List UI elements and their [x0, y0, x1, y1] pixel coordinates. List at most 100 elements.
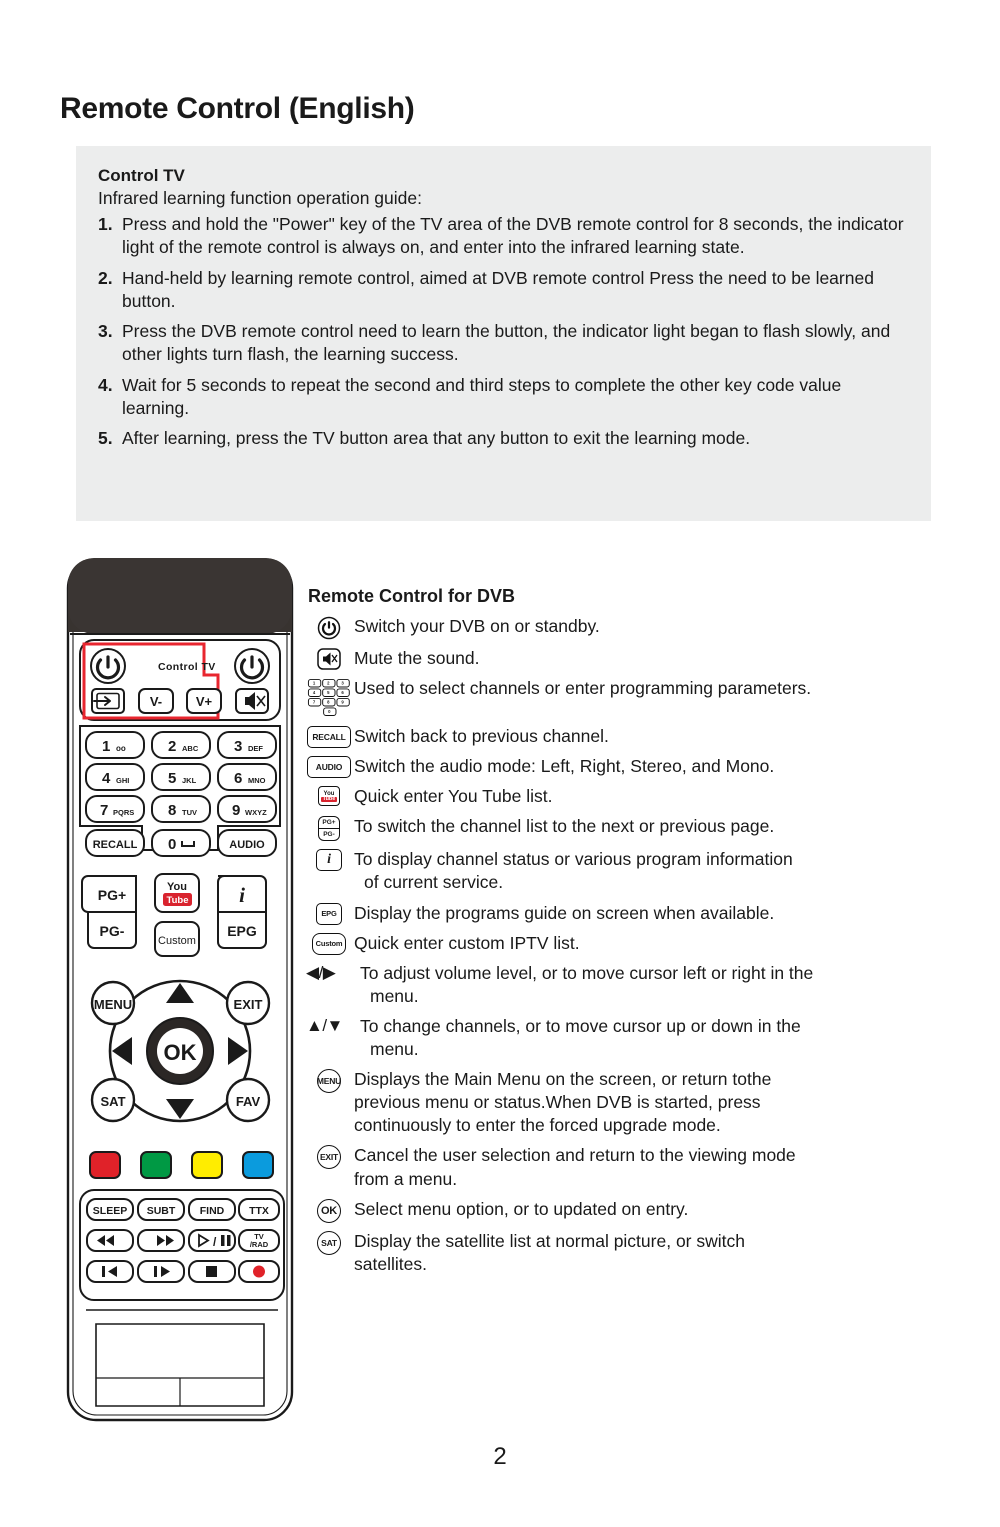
remote-button-find: FIND: [188, 1198, 236, 1221]
svg-text:FIND: FIND: [200, 1205, 225, 1217]
remote-key-4: 4 GHI: [85, 763, 145, 791]
svg-text:2: 2: [168, 738, 176, 755]
custom-icon-label: Custom: [312, 932, 346, 955]
youtube-icon-tube: Tube: [320, 795, 338, 803]
legend-text-line2: of current service.: [364, 872, 504, 893]
remote-button-subt: SUBT: [137, 1198, 185, 1221]
remote-key-7: 7 PQRS: [85, 795, 145, 823]
left-right-arrow-label: ◀/▶: [306, 962, 336, 982]
up-down-arrow-label: ▲/▼: [306, 1015, 343, 1035]
legend-text: Select menu option, or to updated on ent…: [354, 1198, 689, 1219]
remote-button-tv-rad: TV /RAD: [238, 1229, 280, 1252]
legend-text: To adjust volume level, or to move curso…: [360, 962, 814, 983]
epg-icon-label: EPG: [316, 902, 342, 925]
remote-button-power-tv: [90, 648, 126, 684]
step-text: Hand-held by learning remote control, ai…: [122, 267, 874, 311]
svg-text:WXYZ: WXYZ: [245, 808, 267, 817]
keypad-icon: 123 456 789 0: [306, 677, 352, 718]
svg-text:DEF: DEF: [248, 744, 263, 753]
audio-icon: AUDIO: [306, 755, 352, 779]
remote-button-audio: AUDIO: [217, 829, 277, 857]
legend-item-custom: Custom Quick enter custom IPTV list.: [306, 932, 986, 955]
legend-item-recall: RECALL Switch back to previous channel.: [306, 725, 986, 749]
svg-text:oo: oo: [116, 744, 126, 753]
exit-icon: EXIT: [306, 1144, 352, 1170]
remote-button-custom: Custom: [154, 921, 200, 957]
remote-key-6: 6 MNO: [217, 763, 277, 791]
svg-text:EPG: EPG: [227, 923, 257, 939]
menu-icon-label: MENU: [317, 1069, 341, 1094]
step-text: Press and hold the "Power" key of the TV…: [122, 214, 904, 258]
list-item: 3. Press the DVB remote control need to …: [98, 320, 909, 367]
legend-text: Quick enter You Tube list.: [354, 786, 553, 807]
remote-button-play-pause: /: [188, 1229, 236, 1252]
remote-button-exit: EXIT: [225, 980, 271, 1026]
legend-text: Cancel the user selection and return to …: [354, 1145, 796, 1166]
page-updown-icon: PG+ PG-: [306, 815, 352, 842]
remote-key-5: 5 JKL: [151, 763, 211, 791]
pg-up-label: PG+: [319, 817, 339, 830]
control-tv-info-panel: Control TV Infrared learning function op…: [76, 146, 931, 521]
svg-text:EXIT: EXIT: [234, 997, 263, 1012]
step-text: Wait for 5 seconds to repeat the second …: [122, 374, 842, 418]
sat-icon-label: SAT: [317, 1230, 341, 1255]
remote-button-fav: FAV: [225, 1077, 271, 1123]
remote-button-ttx: TTX: [238, 1198, 280, 1221]
legend-text-line2: from a menu.: [354, 1168, 458, 1189]
remote-button-step-back: [86, 1260, 134, 1283]
svg-text:SLEEP: SLEEP: [93, 1205, 127, 1217]
legend-text: To change channels, or to move cursor up…: [360, 1015, 801, 1036]
list-item: 4. Wait for 5 seconds to repeat the seco…: [98, 374, 909, 421]
step-number: 1.: [98, 214, 113, 234]
info-icon: i: [306, 848, 352, 872]
legend-item-ok: OK Select menu option, or to updated on …: [306, 1198, 986, 1223]
recall-icon: RECALL: [306, 725, 352, 749]
remote-button-volume-up: V+: [186, 688, 222, 714]
svg-text:AUDIO: AUDIO: [229, 839, 265, 851]
legend-text: Displays the Main Menu on the screen, or…: [354, 1069, 772, 1090]
svg-text:8: 8: [168, 802, 176, 819]
svg-text:GHI: GHI: [116, 776, 129, 785]
svg-text:RECALL: RECALL: [93, 839, 138, 851]
svg-text:TTX: TTX: [249, 1205, 269, 1217]
legend-text-line2: previous menu or status.When DVB is star…: [354, 1092, 761, 1113]
legend-text-line2: menu.: [370, 985, 419, 1006]
svg-text:V-: V-: [150, 694, 162, 709]
svg-text:TUV: TUV: [182, 808, 197, 817]
mute-icon: [306, 647, 352, 670]
remote-button-mute: [235, 688, 269, 714]
legend-text: Display the satellite list at normal pic…: [354, 1230, 745, 1251]
list-item: 2. Hand-held by learning remote control,…: [98, 267, 909, 314]
info-panel-subheading: Infrared learning function operation gui…: [98, 188, 422, 208]
svg-text:V+: V+: [196, 694, 213, 709]
remote-button-step-forward: [137, 1260, 185, 1283]
remote-button-stop: [188, 1260, 236, 1283]
remote-control-illustration: Control TV V- V+ 1 oo 2 ABC 3 DEF 4 GHI …: [58, 558, 308, 1438]
remote-button-ok: OK: [164, 1040, 197, 1065]
legend-item-sat: SAT Display the satellite list at normal…: [306, 1230, 986, 1276]
remote-button-rewind: [86, 1229, 134, 1252]
info-panel-heading: Control TV: [98, 166, 185, 185]
remote-button-color-red: [89, 1151, 121, 1179]
svg-text:MENU: MENU: [94, 997, 132, 1012]
remote-key-3: 3 DEF: [217, 731, 277, 759]
remote-key-0: 0: [151, 829, 211, 857]
step-text: Press the DVB remote control need to lea…: [122, 321, 891, 365]
remote-key-8: 8 TUV: [151, 795, 211, 823]
legend-text-line3: continuously to enter the forced upgrade…: [354, 1115, 721, 1136]
remote-button-record: [238, 1260, 280, 1283]
remote-key-2: 2 ABC: [151, 731, 211, 759]
remote-button-info: i: [217, 875, 267, 913]
legend-item-mute: Mute the sound.: [306, 647, 986, 670]
legend-item-up-down: ▲/▼ To change channels, or to move curso…: [306, 1015, 986, 1061]
remote-button-color-green: [140, 1151, 172, 1179]
remote-button-youtube: You Tube: [154, 873, 200, 913]
remote-button-menu: MENU: [90, 980, 136, 1026]
svg-text:SAT: SAT: [100, 1094, 125, 1109]
svg-text:9: 9: [232, 802, 240, 819]
remote-key-9: 9 WXYZ: [217, 795, 277, 823]
legend-item-left-right: ◀/▶ To adjust volume level, or to move c…: [306, 962, 986, 1008]
legend-text-line2: satellites.: [354, 1253, 427, 1274]
svg-text:5: 5: [168, 770, 176, 787]
svg-text:/RAD: /RAD: [250, 1240, 269, 1249]
